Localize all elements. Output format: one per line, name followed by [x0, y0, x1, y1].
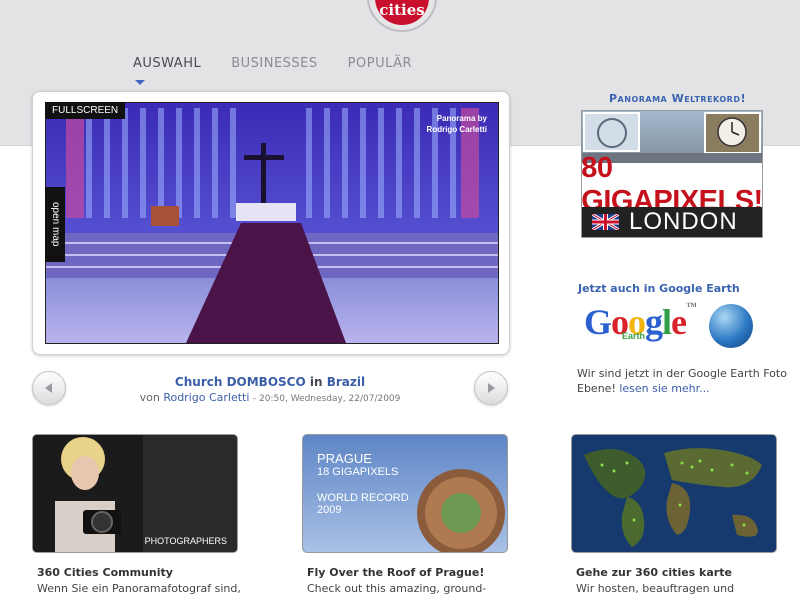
card-prague-image[interactable]: PRAGUE 18 GIGAPIXELS WORLD RECORD 2009 [302, 434, 508, 553]
card-prague-title[interactable]: Fly Over the Roof of Prague! [307, 566, 484, 579]
prague-city: PRAGUE [317, 451, 372, 466]
fullscreen-button[interactable]: FULLSCREEN [45, 102, 126, 119]
panorama-viewer: FULLSCREEN open map Panorama by Rodrigo … [32, 91, 510, 355]
google-earth-title[interactable]: Jetzt auch in Google Earth [578, 282, 740, 295]
prague-year: 2009 [317, 504, 342, 516]
caption-in: in [309, 375, 323, 389]
logo-badge: cities [375, 0, 429, 25]
panorama-meta: von Rodrigo Carletti - 20:50, Wednesday,… [0, 391, 540, 404]
caption-by: von [139, 391, 160, 404]
earth-subtitle: Earth [622, 331, 646, 341]
author-link[interactable]: Rodrigo Carletti [163, 391, 249, 404]
google-letter-l: l [662, 302, 672, 342]
card-community-title[interactable]: 360 Cities Community [37, 566, 173, 579]
banner-city-area: LONDON [582, 207, 762, 237]
card-prague-text: Check out this amazing, ground- [307, 582, 487, 595]
google-earth-text: Wir sind jetzt in der Google Earth Foto … [577, 366, 792, 396]
main-nav: AUSWAHL BUSINESSES POPULÄR [133, 56, 442, 85]
credit-line2: Rodrigo Carletti [426, 125, 487, 134]
record-title[interactable]: Panorama Weltrekord! [609, 92, 746, 105]
prague-record: WORLD RECORD [317, 492, 409, 504]
prague-gigapixels: 18 GIGAPIXELS [317, 466, 399, 478]
prague-image-text: PRAGUE 18 GIGAPIXELS WORLD RECORD 2009 [317, 451, 409, 516]
read-more-link[interactable]: lesen sie mehr... [619, 382, 709, 395]
google-letter-g2: g [645, 302, 663, 342]
tab-auswahl[interactable]: AUSWAHL [133, 56, 201, 85]
place-link[interactable]: Church DOMBOSCO [175, 375, 306, 389]
tab-popular[interactable]: POPULÄR [348, 56, 412, 71]
logo-text: cities [379, 1, 425, 19]
google-letter-g: G [584, 302, 612, 342]
google-tm: ™ [686, 301, 697, 313]
google-earth-globe-icon[interactable] [709, 304, 753, 348]
tab-businesses[interactable]: BUSINESSES [231, 56, 317, 71]
uk-flag-icon [592, 214, 619, 230]
banner-city: LONDON [629, 208, 738, 235]
banner-gigapixels-area: 80 GIGAPIXELS! [582, 152, 762, 217]
panorama-credit: Panorama by Rodrigo Carletti [427, 113, 487, 135]
card-map-title[interactable]: Gehe zur 360 cities karte [576, 566, 732, 579]
panorama-image[interactable] [45, 102, 499, 344]
country-link[interactable]: Brazil [327, 375, 365, 389]
card-map-image[interactable] [571, 434, 777, 553]
caption-timestamp: - 20:50, Wednesday, 22/07/2009 [252, 394, 401, 404]
google-letter-e: e [671, 302, 687, 342]
panorama-caption: Church DOMBOSCO in Brazil [0, 375, 540, 389]
card-photographers-image[interactable]: PHOTOGRAPHERS [32, 434, 238, 553]
photographers-label: PHOTOGRAPHERS [144, 536, 227, 546]
credit-line1: Panorama by [436, 114, 487, 123]
card-map-text: Wir hosten, beauftragen und [576, 582, 735, 595]
card-community-text: Wenn Sie ein Panoramafotograf sind, [37, 582, 241, 595]
london-banner[interactable]: 80 GIGAPIXELS! LONDON [581, 110, 763, 238]
open-map-button[interactable]: open map [45, 187, 65, 262]
